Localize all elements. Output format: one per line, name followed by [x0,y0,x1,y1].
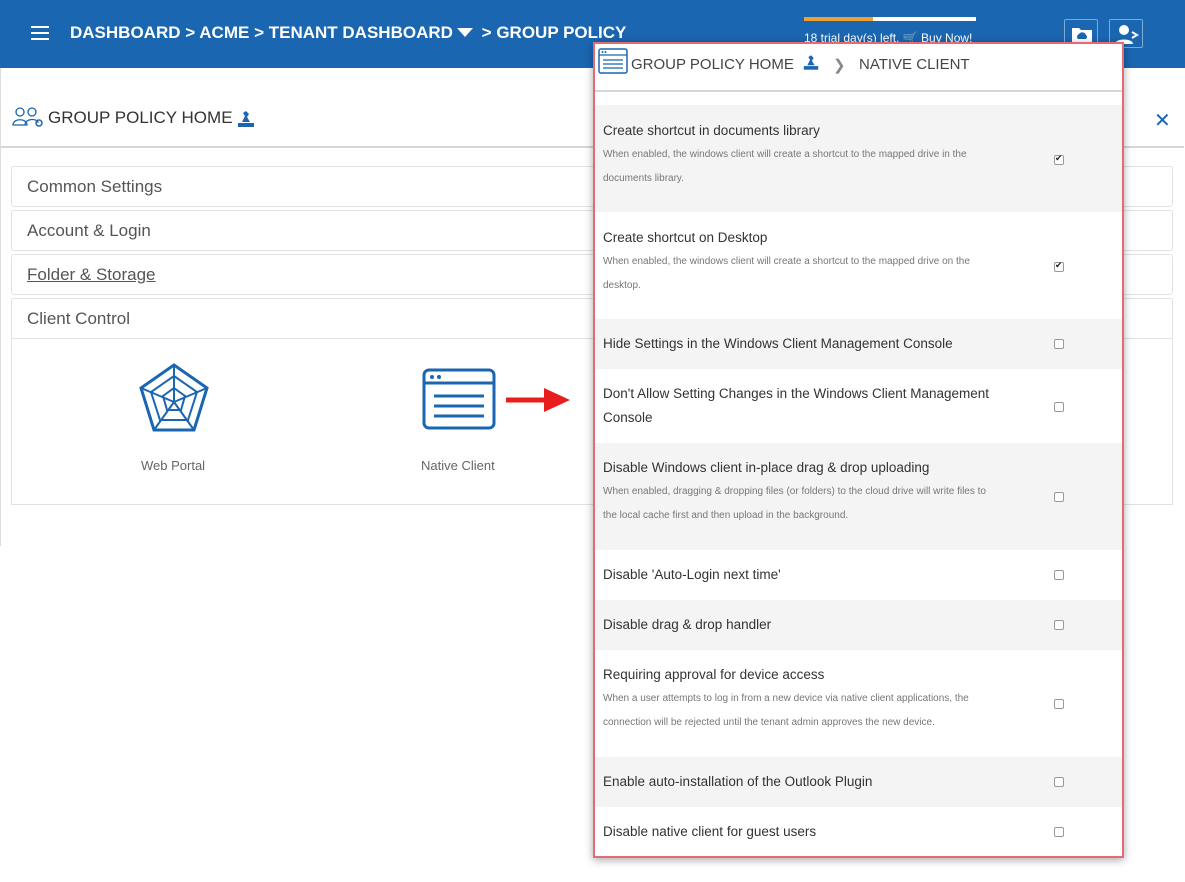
panel-header: GROUP POLICY HOME ❯ NATIVE CLIENT [595,44,1122,92]
setting-title: Enable auto-installation of the Outlook … [603,774,873,789]
setting-row: Disable Windows client in-place drag & d… [595,443,1122,550]
setting-checkbox[interactable] [1054,402,1064,412]
setting-checkbox[interactable] [1054,339,1064,349]
chevron-right-icon: ❯ [833,57,846,74]
setting-row: Create shortcut in documents library Whe… [595,105,1122,212]
setting-title: Console [603,410,653,425]
setting-checkbox[interactable] [1054,153,1064,165]
setting-title: Create shortcut in documents library [603,123,820,138]
policy-stamp-icon[interactable] [802,54,820,71]
close-icon[interactable]: ✕ [1154,108,1171,133]
breadcrumb: DASHBOARD > ACME > TENANT DASHBOARD > GR… [70,23,627,42]
hamburger-menu-icon[interactable] [31,26,49,40]
setting-title: Don't Allow Setting Changes in the Windo… [603,386,990,401]
setting-description: desktop. [603,280,641,291]
web-portal-icon[interactable] [137,362,211,434]
setting-row: Create shortcut on Desktop When enabled,… [595,212,1122,319]
setting-title: Disable drag & drop handler [603,617,772,632]
setting-title: Disable 'Auto-Login next time' [603,567,781,582]
panel-breadcrumb-current: NATIVE CLIENT [859,56,970,73]
setting-description: When enabled, the windows client will cr… [603,149,967,160]
breadcrumb-group-policy: GROUP POLICY [496,23,627,42]
setting-row: Requiring approval for device access Whe… [595,650,1122,757]
policy-stamp-icon[interactable] [236,110,256,128]
native-client-settings-panel: GROUP POLICY HOME ❯ NATIVE CLIENT Create… [593,42,1124,858]
panel-breadcrumb-home[interactable]: GROUP POLICY HOME [631,56,794,73]
red-arrow-icon [506,388,570,412]
setting-row: Disable drag & drop handler [595,600,1122,650]
breadcrumb-acme[interactable]: ACME [199,23,249,42]
setting-checkbox[interactable] [1054,777,1064,787]
setting-description: When enabled, the windows client will cr… [603,256,970,267]
setting-description: documents library. [603,173,684,184]
native-client-icon[interactable] [422,368,496,430]
setting-checkbox[interactable] [1054,260,1064,272]
caret-down-icon[interactable] [456,28,473,38]
setting-checkbox[interactable] [1054,570,1064,580]
trial-progress-fill [804,17,873,21]
setting-row: Hide Settings in the Windows Client Mana… [595,319,1122,369]
setting-row: Disable 'Auto-Login next time' [595,550,1122,600]
setting-checkbox[interactable] [1054,699,1064,709]
setting-checkbox[interactable] [1054,492,1064,502]
setting-row: Don't Allow Setting Changes in the Windo… [595,369,1122,443]
trial-indicator: 18 trial day(s) left. 🛒 Buy Now! [804,17,976,45]
web-portal-label[interactable]: Web Portal [141,458,205,473]
setting-checkbox[interactable] [1054,827,1064,837]
setting-checkbox[interactable] [1054,620,1064,630]
breadcrumb-tenant-dashboard[interactable]: TENANT DASHBOARD [269,23,453,42]
setting-title: Disable Windows client in-place drag & d… [603,460,930,475]
setting-description: connection will be rejected until the te… [603,717,935,728]
breadcrumb-dashboard[interactable]: DASHBOARD [70,23,181,42]
trial-progress-bar [804,17,976,21]
page-title: GROUP POLICY HOME [48,108,233,127]
native-client-label[interactable]: Native Client [421,458,495,473]
setting-title: Create shortcut on Desktop [603,230,768,245]
setting-title: Requiring approval for device access [603,667,825,682]
setting-title: Disable native client for guest users [603,824,817,839]
setting-description: the local cache first and then upload in… [603,510,849,521]
group-users-icon [12,107,43,127]
setting-description: When a user attempts to log in from a ne… [603,693,969,704]
setting-row: Enable auto-installation of the Outlook … [595,757,1122,807]
setting-description: When enabled, dragging & dropping files … [603,486,986,497]
setting-title: Hide Settings in the Windows Client Mana… [603,336,953,351]
setting-row: Disable native client for guest users [595,807,1122,856]
native-client-icon [598,48,628,74]
